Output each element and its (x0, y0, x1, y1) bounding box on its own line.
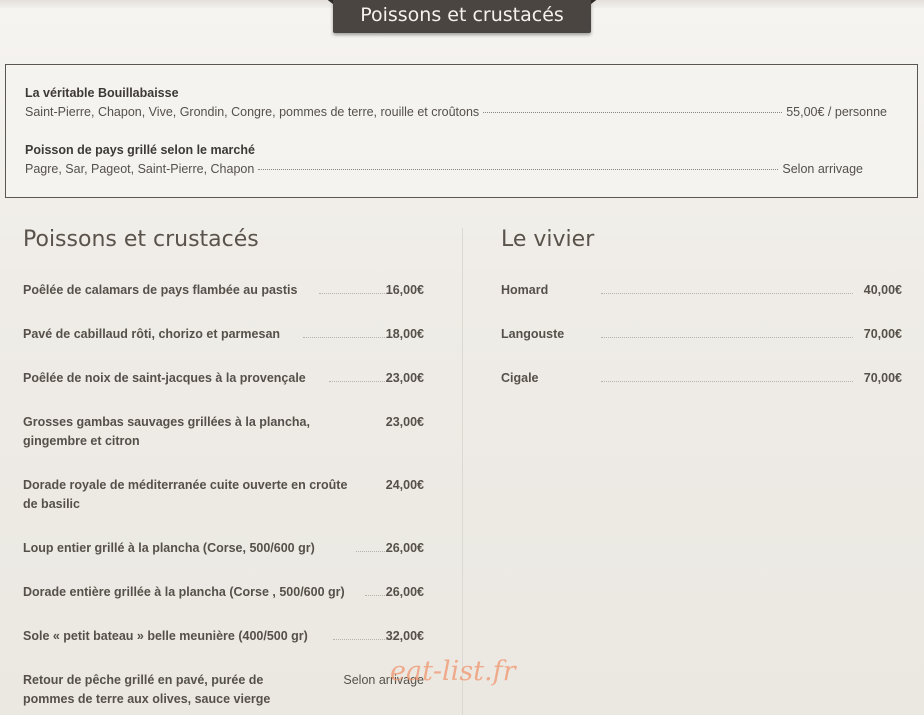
dot-leader (483, 112, 783, 113)
special-price: 55,00€ / personne (786, 105, 887, 119)
item-name: Langouste (501, 327, 565, 341)
item-price: 18,00€ (385, 327, 424, 341)
dot-leader (601, 381, 853, 382)
item-price: 26,00€ (385, 585, 424, 599)
item-name: Grosses gambas sauvages grillées à la pl… (23, 415, 310, 429)
item-name-line2: gingembre et citron (23, 434, 140, 448)
dot-leader (319, 293, 395, 294)
dot-leader (303, 337, 395, 338)
item-name: Homard (501, 283, 549, 297)
special-description: Saint-Pierre, Chapon, Vive, Grondin, Con… (25, 105, 480, 119)
item-price: 26,00€ (385, 541, 424, 555)
item-price: 70,00€ (863, 371, 902, 385)
item-name: Loup entier grillé à la plancha (Corse, … (23, 541, 315, 555)
dot-leader (258, 169, 779, 170)
item-price: 23,00€ (385, 415, 424, 429)
item-price: 23,00€ (385, 371, 424, 385)
item-name: Cigale (501, 371, 539, 385)
item-price: 40,00€ (863, 283, 902, 297)
dot-leader (601, 337, 853, 338)
item-name: Pavé de cabillaud rôti, chorizo et parme… (23, 327, 281, 341)
right-section-title: Le vivier (501, 227, 595, 252)
special-price: Selon arrivage (782, 162, 863, 176)
special-name: Poisson de pays grillé selon le marché (25, 143, 255, 157)
item-name: Dorade royale de méditerranée cuite ouve… (23, 478, 348, 492)
item-name: Sole « petit bateau » belle meunière (40… (23, 629, 308, 643)
special-item: La véritable Bouillabaisse Saint-Pierre,… (25, 86, 887, 119)
left-section-title: Poissons et crustacés (23, 227, 259, 252)
item-price: 32,00€ (385, 629, 424, 643)
item-price: 24,00€ (385, 478, 424, 492)
dot-leader (601, 293, 853, 294)
item-name: Poêlée de calamars de pays flambée au pa… (23, 283, 298, 297)
item-name-line2: de basilic (23, 497, 80, 511)
special-name: La véritable Bouillabaisse (25, 86, 179, 100)
specials-box: La véritable Bouillabaisse Saint-Pierre,… (5, 64, 918, 198)
item-name: Poêlée de noix de saint-jacques à la pro… (23, 371, 306, 385)
column-divider (462, 228, 463, 715)
item-name: Retour de pêche grillé en pavé, purée de (23, 673, 264, 687)
watermark: eat-list.fr (390, 656, 516, 687)
item-name: Dorade entière grillée à la plancha (Cor… (23, 585, 345, 599)
item-name-line2: pommes de terre aux olives, sauce vierge (23, 692, 271, 706)
special-description: Pagre, Sar, Pageot, Saint-Pierre, Chapon (25, 162, 255, 176)
section-header-tab: Poissons et crustacés (325, 0, 599, 33)
item-price: 70,00€ (863, 327, 902, 341)
special-item: Poisson de pays grillé selon le marché P… (25, 143, 863, 176)
item-price: 16,00€ (385, 283, 424, 297)
